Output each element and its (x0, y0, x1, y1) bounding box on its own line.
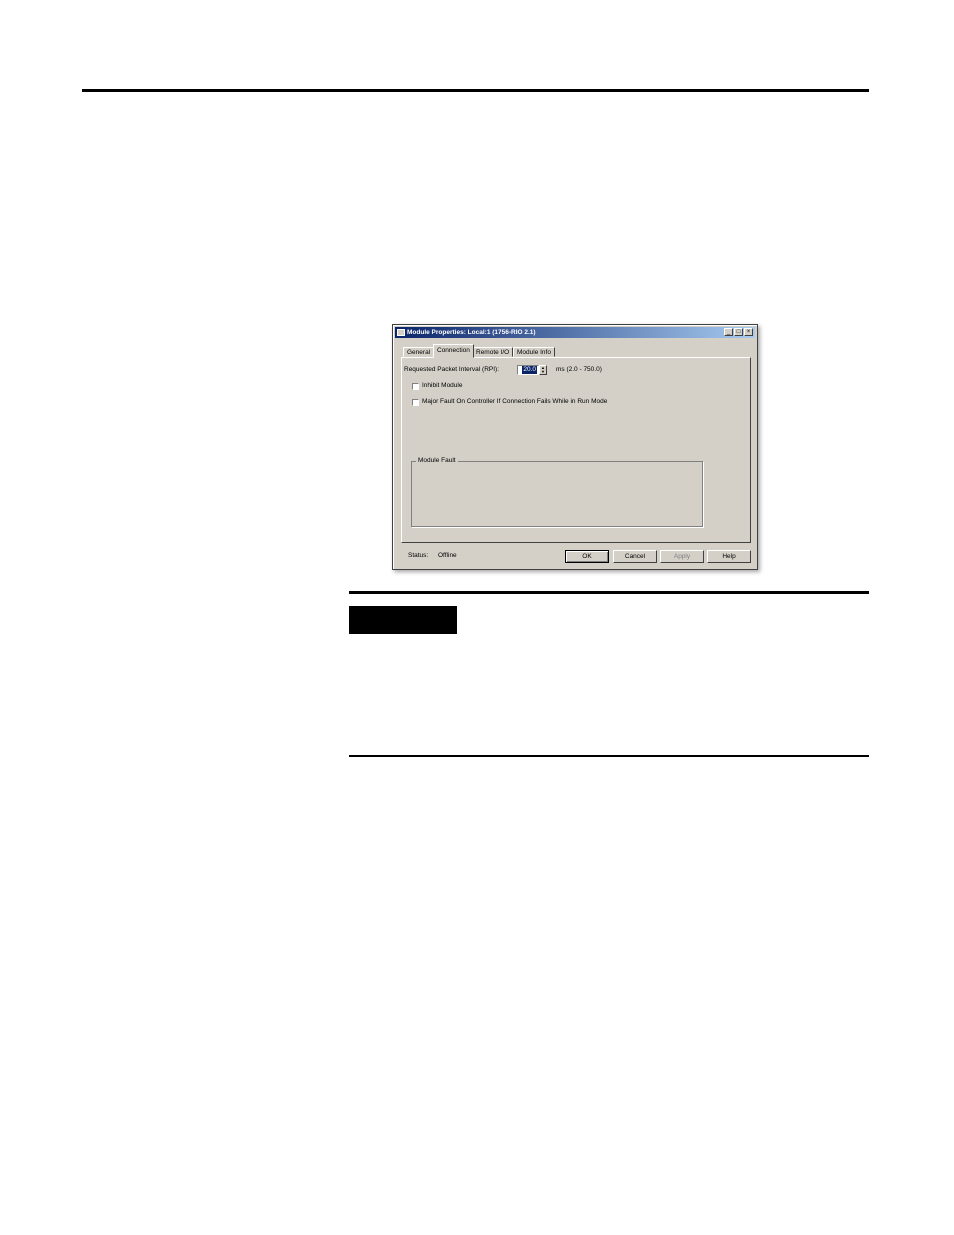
module-fault-group: Module Fault (411, 457, 703, 527)
major-fault-label: Major Fault On Controller If Connection … (422, 398, 608, 405)
dialog-title: Module Properties: Local:1 (1756-RIO 2.1… (407, 329, 536, 336)
note-label-block (349, 606, 457, 634)
status-value: Offline (438, 552, 457, 559)
note-top-rule (349, 591, 869, 594)
rpi-value: 20.0 (522, 366, 537, 374)
rpi-spinner[interactable]: ▲ ▼ (539, 365, 547, 375)
note-bottom-rule (349, 755, 869, 757)
ok-button[interactable]: OK (565, 550, 609, 563)
tab-remote-io[interactable]: Remote I/O (472, 347, 514, 357)
module-fault-legend: Module Fault (416, 457, 458, 464)
tab-general[interactable]: General (403, 347, 435, 357)
module-properties-dialog: Module Properties: Local:1 (1756-RIO 2.1… (392, 324, 758, 570)
close-icon[interactable]: × (744, 328, 753, 336)
minimize-icon[interactable]: _ (724, 328, 733, 336)
apply-button[interactable]: Apply (660, 550, 704, 563)
rpi-range-label: ms (2.0 - 750.0) (556, 366, 602, 373)
cancel-button[interactable]: Cancel (613, 550, 657, 563)
tab-module-info[interactable]: Module Info (513, 347, 555, 357)
maximize-icon[interactable]: □ (734, 328, 743, 336)
window-icon (397, 329, 405, 336)
inhibit-module-label: Inhibit Module (422, 382, 463, 389)
tab-connection[interactable]: Connection (433, 344, 474, 358)
rpi-label: Requested Packet Interval (RPI): (404, 366, 500, 373)
header-rule (82, 89, 869, 92)
help-button[interactable]: Help (707, 550, 751, 563)
status-label: Status: (408, 552, 429, 559)
dialog-titlebar[interactable]: Module Properties: Local:1 (1756-RIO 2.1… (395, 327, 755, 338)
inhibit-module-checkbox[interactable] (412, 383, 419, 390)
major-fault-checkbox[interactable] (412, 399, 419, 406)
spin-down-icon[interactable]: ▼ (540, 370, 546, 374)
rpi-input[interactable]: 20.0 (517, 365, 539, 375)
